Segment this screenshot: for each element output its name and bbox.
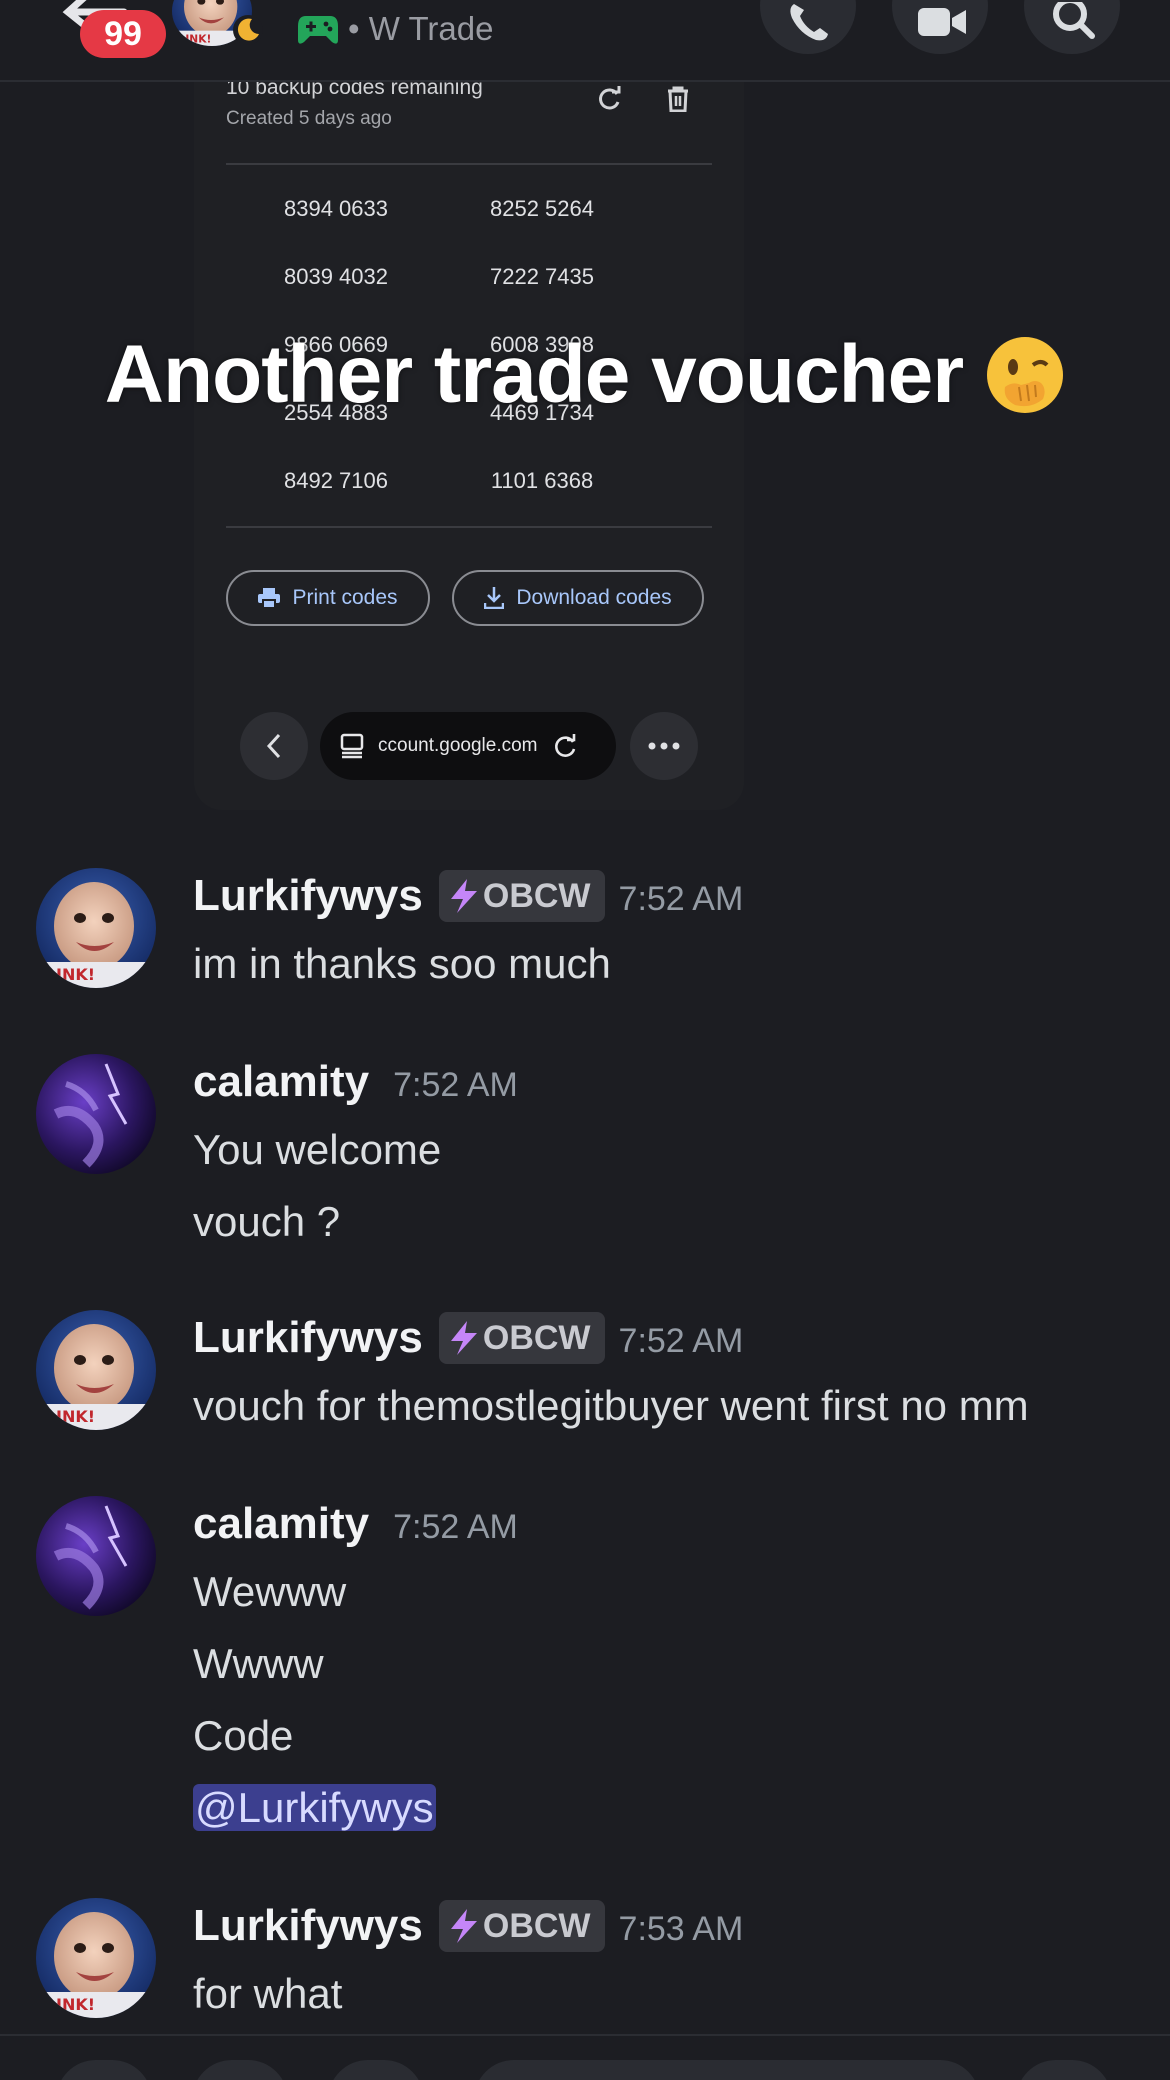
video-button[interactable] bbox=[892, 0, 988, 54]
backup-codes-created: Created 5 days ago bbox=[226, 108, 392, 129]
video-icon bbox=[918, 8, 966, 36]
more-icon bbox=[648, 742, 680, 750]
message-text: vouch ? bbox=[193, 1198, 341, 1245]
call-button[interactable] bbox=[760, 0, 856, 54]
username[interactable]: calamity bbox=[193, 1499, 369, 1549]
timestamp: 7:52 AM bbox=[393, 1065, 518, 1104]
chevron-left-icon bbox=[266, 733, 281, 759]
composer-plus-button[interactable] bbox=[56, 2060, 152, 2080]
backup-code: 8039 4032 bbox=[284, 264, 388, 289]
browser-back-button[interactable] bbox=[240, 712, 308, 780]
bolt-icon bbox=[450, 879, 477, 913]
download-codes-label: Download codes bbox=[516, 586, 672, 609]
print-codes-label: Print codes bbox=[292, 586, 398, 609]
server-tag[interactable]: OBCW bbox=[438, 1900, 605, 1952]
timestamp: 7:52 AM bbox=[393, 1507, 518, 1546]
avatar[interactable] bbox=[36, 1054, 156, 1174]
backup-code: 8394 0633 bbox=[284, 196, 388, 221]
avatar[interactable] bbox=[36, 1898, 156, 2018]
trash-icon[interactable] bbox=[666, 86, 690, 112]
attached-screenshot[interactable]: 10 backup codes remaining Created 5 days… bbox=[194, 40, 744, 810]
username[interactable]: Lurkifywys bbox=[193, 871, 423, 921]
browser-more-button[interactable] bbox=[630, 712, 698, 780]
backup-code: 7222 7435 bbox=[490, 264, 594, 289]
message-text: for what bbox=[193, 1970, 343, 2017]
download-icon bbox=[484, 587, 505, 609]
backup-code: 8492 7106 bbox=[284, 468, 388, 493]
moon-icon bbox=[233, 15, 263, 45]
server-tag[interactable]: OBCW bbox=[438, 1312, 605, 1364]
timestamp: 7:53 AM bbox=[618, 1909, 744, 1948]
refresh-icon[interactable] bbox=[596, 86, 622, 112]
timestamp: 7:52 AM bbox=[618, 1321, 744, 1360]
overlay-caption: Another trade voucher bbox=[0, 328, 1170, 422]
search-button[interactable] bbox=[1024, 0, 1120, 54]
face-with-peeking-eye-emoji bbox=[987, 337, 1064, 413]
divider bbox=[226, 163, 712, 165]
url-bar[interactable]: ccount.google.com bbox=[320, 712, 616, 780]
top-bar: 99 • W Trade bbox=[0, 0, 1170, 82]
message-input[interactable] bbox=[474, 2060, 980, 2080]
unread-badge: 99 bbox=[80, 10, 166, 58]
url-text: ccount.google.com bbox=[378, 735, 538, 756]
username[interactable]: Lurkifywys bbox=[193, 1901, 423, 1951]
avatar[interactable] bbox=[36, 868, 156, 988]
caption-text: Another trade voucher bbox=[104, 329, 964, 420]
reload-icon[interactable] bbox=[552, 733, 578, 759]
message-text: Code bbox=[193, 1712, 294, 1759]
composer-divider bbox=[0, 2034, 1170, 2036]
server-tag-label: OBCW bbox=[482, 876, 591, 915]
message-text: You welcome bbox=[193, 1126, 442, 1173]
composer-apps-button[interactable] bbox=[192, 2060, 288, 2080]
message-text: Wwww bbox=[193, 1640, 324, 1687]
timestamp: 7:52 AM bbox=[618, 879, 744, 918]
backup-code: 8252 5264 bbox=[490, 196, 594, 221]
print-codes-button[interactable]: Print codes bbox=[226, 570, 430, 626]
username[interactable]: calamity bbox=[193, 1057, 369, 1107]
phone-icon bbox=[790, 4, 828, 41]
backup-code: 1101 6368 bbox=[490, 468, 594, 493]
user-mention[interactable]: @Lurkifywys bbox=[193, 1784, 436, 1831]
server-tag-label: OBCW bbox=[482, 1318, 591, 1357]
download-codes-button[interactable]: Download codes bbox=[452, 570, 704, 626]
message-mention-line: @Lurkifywys bbox=[193, 1784, 436, 1832]
message-text: im in thanks soo much bbox=[193, 940, 611, 987]
channel-name[interactable]: • W Trade bbox=[348, 10, 493, 48]
avatar[interactable] bbox=[36, 1496, 156, 1616]
tabs-icon bbox=[340, 733, 364, 759]
avatar[interactable] bbox=[36, 1310, 156, 1430]
controller-icon bbox=[298, 16, 338, 44]
message-text: Wewww bbox=[193, 1568, 347, 1615]
bolt-icon bbox=[450, 1321, 477, 1355]
server-tag-label: OBCW bbox=[482, 1906, 591, 1945]
username[interactable]: Lurkifywys bbox=[193, 1313, 423, 1363]
bolt-icon bbox=[450, 1909, 477, 1943]
printer-icon bbox=[258, 588, 281, 608]
divider bbox=[226, 526, 712, 528]
server-tag[interactable]: OBCW bbox=[438, 870, 605, 922]
message-text: vouch for themostlegitbuyer went first n… bbox=[193, 1382, 1029, 1429]
composer-voice-button[interactable] bbox=[1016, 2060, 1112, 2080]
search-icon bbox=[1053, 2, 1095, 39]
composer-gift-button[interactable] bbox=[328, 2060, 424, 2080]
